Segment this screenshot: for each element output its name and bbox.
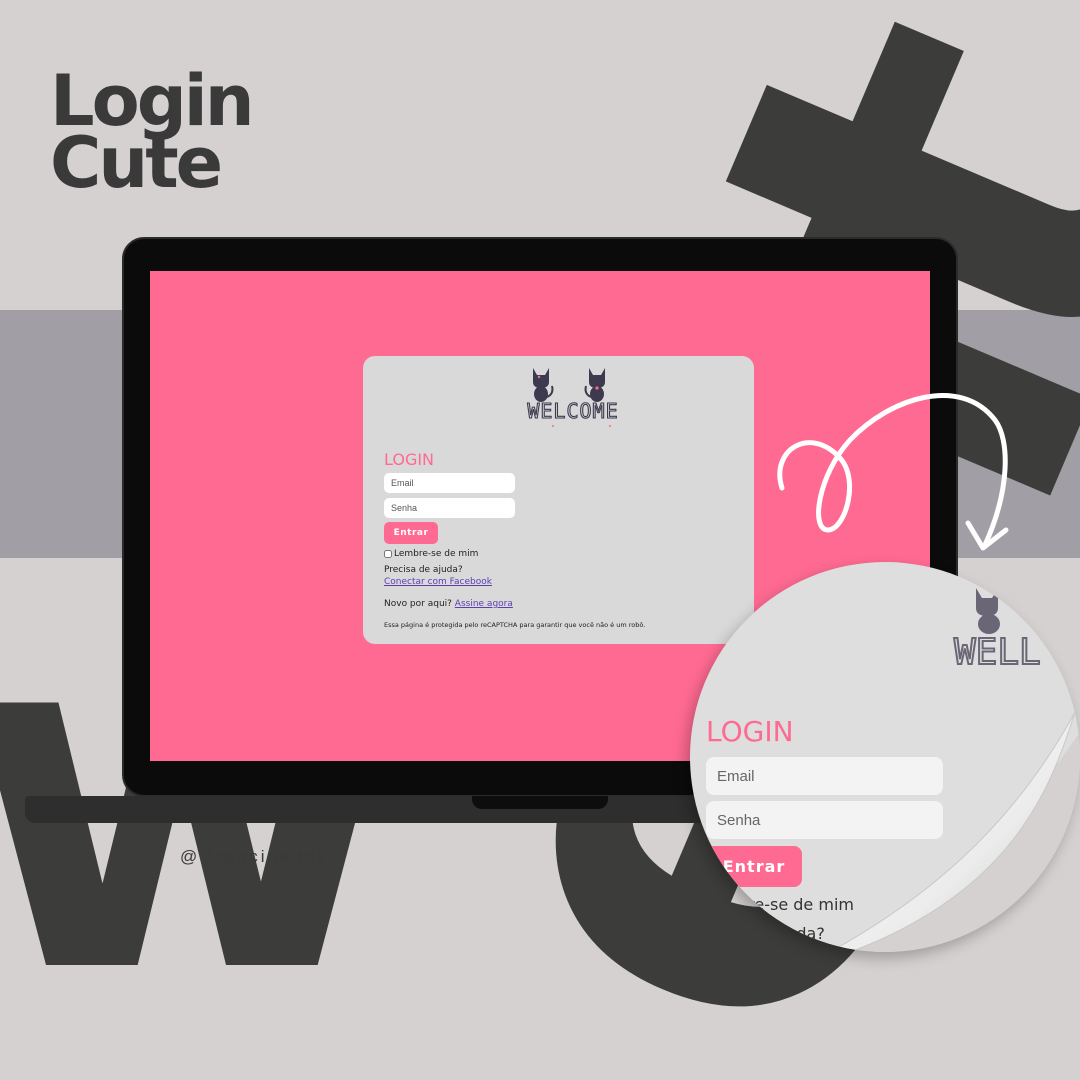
remember-me: Lembre-se de mim (384, 549, 478, 559)
remember-me-checkbox[interactable] (384, 550, 392, 558)
author-handle: @ francinedds (180, 847, 329, 866)
password-field[interactable] (384, 498, 515, 518)
page-title: Login Cute (50, 66, 255, 198)
zoom-sticker: WELL LOGIN Entrar bre-se de mim ajuda? (690, 562, 1080, 952)
remember-me-label: Lembre-se de mim (394, 549, 479, 559)
signup-row: Novo por aqui? Assine agora (384, 599, 513, 609)
welcome-logo-text: WELCOME (527, 399, 618, 423)
cat-icon (584, 368, 605, 402)
facebook-connect-link[interactable]: Conectar com Facebook (384, 577, 492, 587)
login-submit-button[interactable]: Entrar (384, 522, 438, 544)
help-text: Precisa de ajuda? (384, 565, 463, 575)
captcha-notice: Essa página é protegida pelo reCAPTCHA p… (384, 621, 646, 629)
welcome-cats-logo: WELCOME (527, 368, 618, 427)
laptop-notch (472, 796, 608, 809)
signup-prefix: Novo por aqui? (384, 599, 452, 609)
login-heading: LOGIN (384, 450, 435, 469)
cat-icon (533, 368, 554, 402)
page-curl-icon (828, 711, 1080, 952)
email-field[interactable] (384, 473, 515, 493)
curly-arrow-icon (777, 393, 1009, 551)
signup-link[interactable]: Assine agora (455, 599, 513, 609)
